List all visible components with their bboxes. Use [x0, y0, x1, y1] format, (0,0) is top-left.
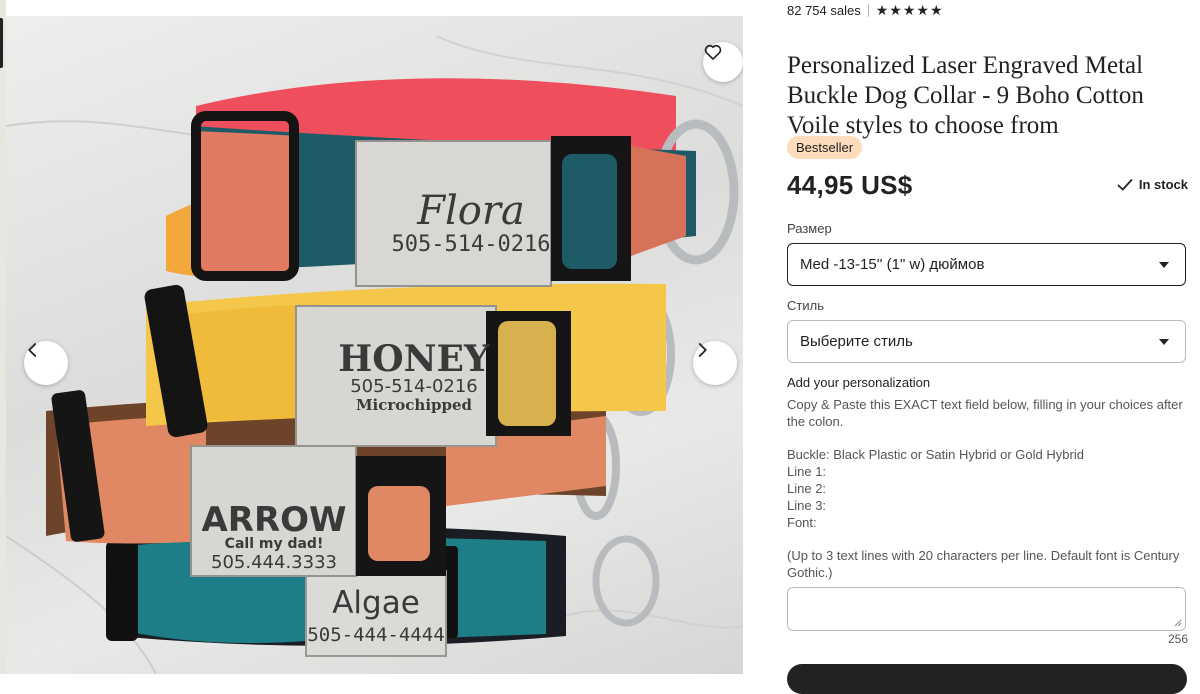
next-image-button[interactable]: [693, 341, 737, 385]
instruction-line: Line 3:: [787, 497, 827, 513]
instruction-line: Buckle: Black Plastic or Satin Hybrid or…: [787, 447, 1084, 463]
sales-count: 82 754 sales: [787, 3, 861, 18]
sales-rating-row: 82 754 sales ★★★★★: [787, 2, 944, 19]
personalization-title: Add your personalization: [787, 375, 931, 390]
stock-label: In stock: [1138, 177, 1188, 192]
size-select[interactable]: Med -13-15'' (1" w) дюймов: [787, 243, 1186, 286]
caret-down-icon: [1159, 262, 1169, 268]
divider: [867, 4, 869, 17]
engraving-flora-name: Flora: [416, 188, 525, 234]
instruction-line: Line 1:: [787, 464, 827, 480]
stock-status: In stock: [1117, 177, 1188, 192]
engraving-flora-phone: 505-514-0216: [392, 232, 551, 257]
price: 44,95 US$: [787, 170, 913, 200]
personalization-input[interactable]: [787, 587, 1186, 631]
size-label: Размер: [787, 221, 832, 236]
character-counter: 256: [1167, 632, 1188, 646]
engraving-algae-name: Algae: [332, 585, 420, 621]
style-select-placeholder: Выберите стиль: [800, 333, 913, 350]
instruction-line: Line 2:: [787, 480, 827, 496]
instruction-line: [787, 431, 1187, 448]
caret-down-icon: [1159, 339, 1169, 345]
style-select[interactable]: Выберите стиль: [787, 320, 1186, 363]
instruction-line: (Up to 3 text lines with 20 characters p…: [787, 548, 1180, 580]
collars-illustration: Algae 505-444-4444 ARROW Call my dad! 50…: [6, 35, 743, 674]
engraving-algae-phone: 505-444-4444: [307, 624, 444, 646]
product-image: Algae 505-444-4444 ARROW Call my dad! 50…: [6, 16, 743, 674]
favorite-button[interactable]: [703, 42, 743, 82]
instruction-line: [787, 531, 1187, 548]
engraving-honey-name: HONEY: [338, 338, 491, 380]
size-select-value: Med -13-15'' (1" w) дюймов: [800, 256, 985, 273]
engraving-arrow-line3: 505.444.3333: [211, 552, 337, 573]
star-rating-icon[interactable]: ★★★★★: [876, 2, 944, 19]
instruction-line: Copy & Paste this EXACT text field below…: [787, 397, 1183, 429]
instruction-line: Font:: [787, 514, 817, 530]
heart-outline-icon: [704, 44, 722, 60]
engraving-arrow-line2: Call my dad!: [225, 536, 324, 552]
thumbnail-selected-indicator[interactable]: [0, 18, 3, 68]
add-to-cart-button[interactable]: [787, 664, 1187, 694]
engraving-honey-microchipped: Microchipped: [356, 396, 473, 414]
engraving-arrow-name: ARROW: [201, 500, 346, 540]
listing-info: 82 754 sales ★★★★★ Personalized Laser En…: [787, 0, 1188, 694]
chevron-left-icon: [28, 343, 37, 357]
bestseller-badge: Bestseller: [787, 136, 863, 159]
previous-image-button[interactable]: [24, 341, 68, 385]
style-label: Стиль: [787, 298, 824, 313]
listing-title: Personalized Laser Engraved Metal Buckle…: [787, 51, 1144, 139]
resize-grip-icon[interactable]: [1174, 619, 1182, 627]
chevron-right-icon: [698, 343, 707, 357]
check-icon: [1117, 178, 1133, 190]
personalization-instructions: Copy & Paste this EXACT text field below…: [787, 397, 1187, 582]
engraving-honey-phone: 505-514-0216: [350, 376, 478, 397]
